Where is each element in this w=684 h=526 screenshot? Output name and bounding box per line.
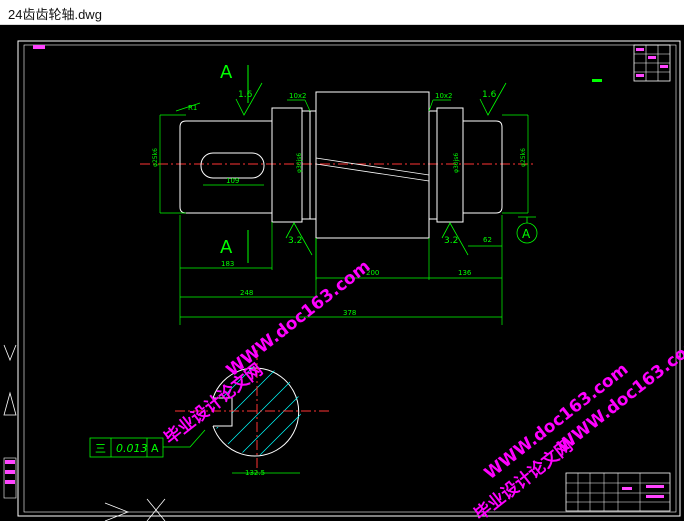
diameter-label: φ30js6 (296, 153, 303, 173)
section-label: A (220, 237, 233, 258)
keyway-slot (200, 152, 265, 179)
remark-mark (592, 79, 602, 82)
dimension-value: 248 (240, 289, 253, 297)
code-table (633, 44, 671, 82)
dimension-total: 378 (343, 309, 356, 317)
keyway-length: 109 (226, 177, 239, 185)
dimension-value: 136 (458, 269, 472, 277)
diameter-label: φ25k6 (520, 148, 527, 167)
diameter-label: φ30js6 (453, 153, 460, 173)
bottom-edge-marks (104, 498, 166, 522)
tolerance-datum: A (151, 442, 159, 455)
chamfer-label: 10x2 (289, 92, 307, 100)
title-block (565, 472, 671, 512)
section-dimension: 132.5 (245, 469, 265, 477)
chamfer-label: 10x2 (435, 92, 453, 100)
frame-code-mark (33, 45, 45, 49)
tolerance-value: 0.013 (116, 442, 148, 455)
watermark-site: WWW.doc163.com (223, 256, 375, 381)
roughness-label: 1.6 (238, 90, 253, 100)
dimension-value: 183 (221, 260, 234, 268)
dimension-value: 62 (483, 236, 492, 244)
watermark: WWW.doc163.com 毕业设计论文网 (470, 359, 632, 525)
watermark-cn: 毕业设计论文网 (160, 359, 267, 449)
diameter-label: φ25k6 (152, 148, 159, 167)
roughness-label: 1.6 (482, 90, 497, 100)
window-title: 24齿齿轮轴.dwg (8, 7, 102, 22)
radius-label: R1 (188, 104, 197, 112)
roughness-symbols (235, 82, 507, 256)
gear-helix-lines (315, 157, 430, 182)
watermark: WWW.doc163.com 毕业设计论文网 (160, 256, 374, 449)
roughness-label: 3.2 (288, 236, 302, 246)
datum-label: A (522, 227, 531, 241)
title-bar: 24齿齿轮轴.dwg (0, 0, 684, 25)
roughness-label: 3.2 (444, 236, 458, 246)
left-edge-marks (3, 344, 17, 499)
drawing-canvas[interactable]: 1.6 1.6 3.2 3.2 A A A R1 10x2 10x2 109 1… (0, 25, 684, 525)
section-label: A (220, 62, 233, 83)
cad-drawing[interactable]: 1.6 1.6 3.2 3.2 A A A R1 10x2 10x2 109 1… (0, 25, 684, 525)
tolerance-symbol: 三 (95, 442, 106, 455)
